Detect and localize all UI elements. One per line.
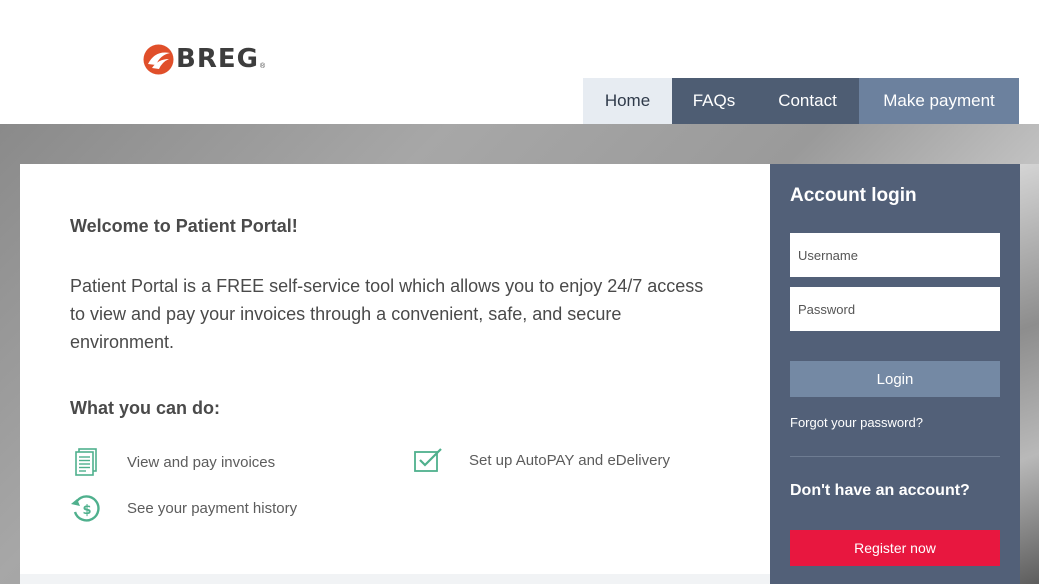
header: BREG ® Home FAQs Contact Make payment (0, 0, 1039, 124)
svg-text:$: $ (82, 503, 91, 518)
breg-logo-icon (143, 44, 174, 74)
feature-payment-history: $ See your payment history (70, 492, 297, 524)
feature-label: See your payment history (127, 499, 298, 517)
nav-home[interactable]: Home (583, 78, 672, 124)
feature-label: View and pay invoices (127, 453, 276, 471)
password-field[interactable] (790, 287, 1000, 331)
feature-autopay-edelivery: Set up AutoPAY and eDelivery (412, 444, 670, 476)
welcome-heading: Welcome to Patient Portal! (70, 216, 298, 236)
login-title: Account login (790, 185, 917, 206)
document-list-icon (70, 446, 102, 478)
login-divider (790, 456, 1000, 457)
login-panel: Account login Login Forgot your password… (770, 164, 1020, 584)
trademark-symbol: ® (259, 63, 266, 70)
feature-view-pay-invoices: View and pay invoices (70, 446, 275, 478)
feature-label: Set up AutoPAY and eDelivery (469, 451, 670, 469)
nav-contact[interactable]: Contact (756, 78, 859, 124)
username-field[interactable] (790, 233, 1000, 277)
no-account-heading: Don't have an account? (790, 482, 970, 499)
breg-logo[interactable]: BREG ® (143, 42, 265, 76)
main-nav: Home FAQs Contact Make payment (583, 78, 1019, 124)
brand-name: BREG (176, 43, 259, 74)
register-button[interactable]: Register now (790, 530, 1000, 566)
welcome-card-footer (20, 574, 770, 584)
intro-text: Patient Portal is a FREE self-service to… (70, 276, 704, 352)
nav-make-payment[interactable]: Make payment (859, 78, 1019, 124)
forgot-password-link[interactable]: Forgot your password? (790, 415, 923, 430)
features-heading: What you can do: (70, 398, 220, 418)
login-button[interactable]: Login (790, 361, 1000, 397)
checkbox-icon (412, 444, 444, 476)
payment-history-icon: $ (70, 492, 102, 524)
nav-faqs[interactable]: FAQs (672, 78, 756, 124)
